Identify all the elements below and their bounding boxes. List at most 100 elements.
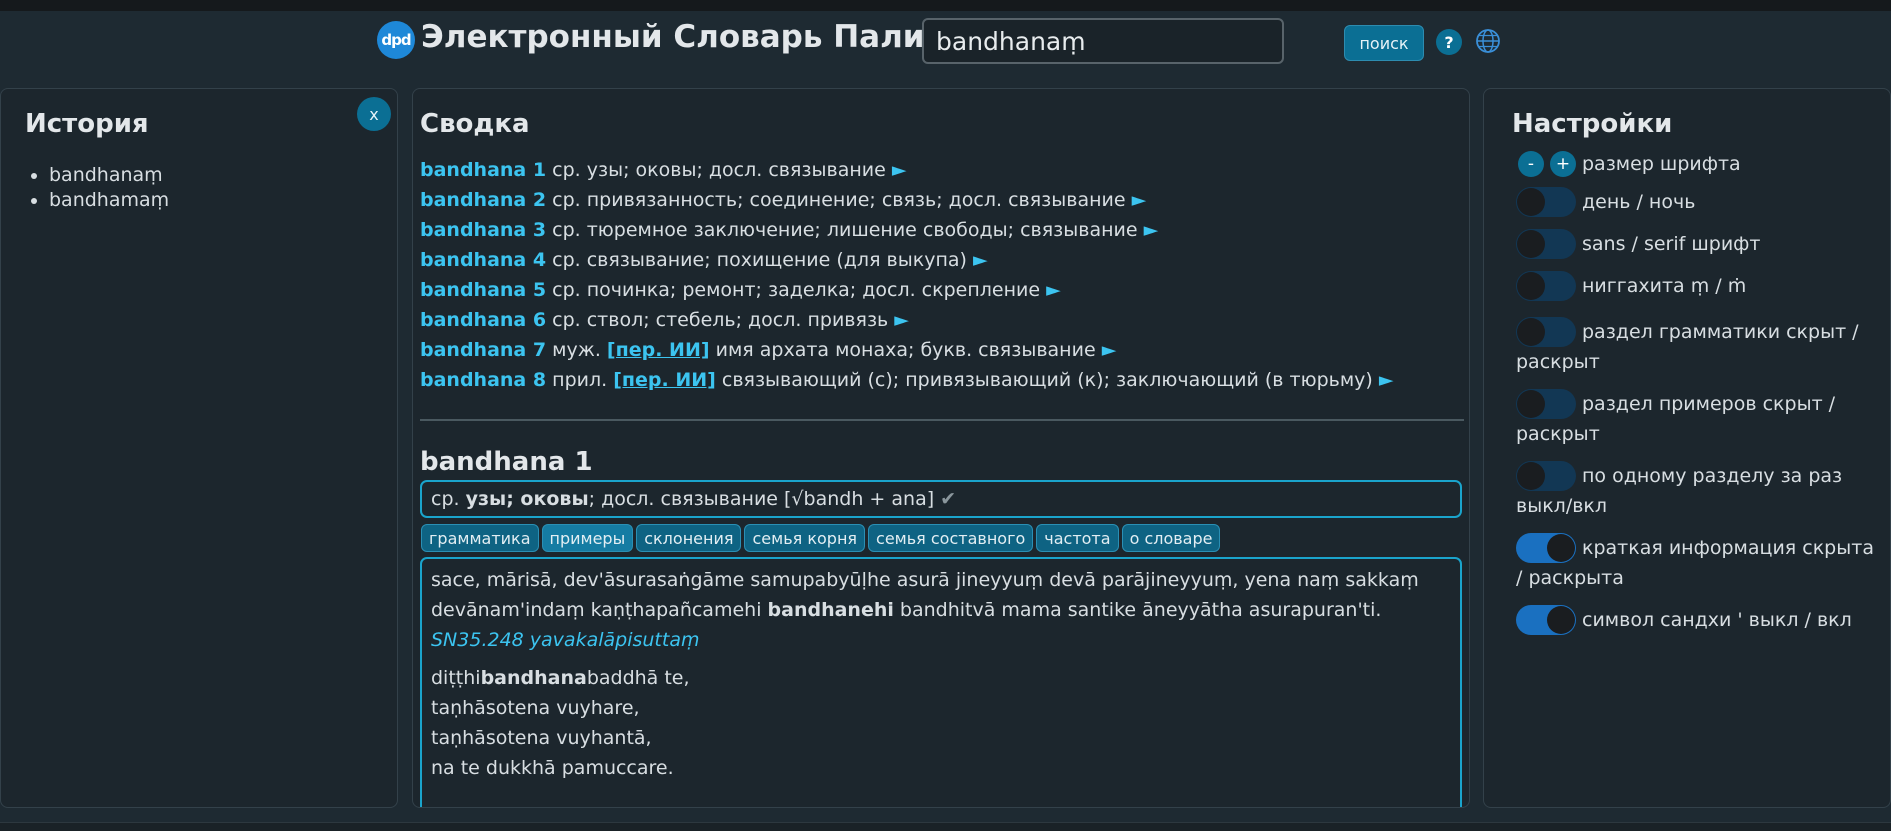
summary-row[interactable]: bandhana 3 ср. тюремное заключение; лише… xyxy=(420,215,1463,245)
summary-arrow-icon[interactable]: ► xyxy=(892,159,907,181)
summary-headword[interactable]: bandhana 5 xyxy=(420,279,546,301)
summary-pos: ср. xyxy=(552,189,581,211)
setting-summary: краткая информация скрыта / раскрыта xyxy=(1516,533,1876,593)
setting-label: символ сандхи ' выкл / вкл xyxy=(1582,609,1852,631)
example-text: sace, mārisā, dev'āsurasaṅgāme samupabyū… xyxy=(431,565,1451,625)
globe-icon[interactable] xyxy=(1474,27,1502,55)
summary-title: Сводка xyxy=(420,109,530,139)
summary-headword[interactable]: bandhana 3 xyxy=(420,219,546,241)
history-title: История xyxy=(25,109,149,139)
app-title: Электронный Словарь Пали xyxy=(421,19,925,55)
setting-examples-section: раздел примеров скрыт / раскрыт xyxy=(1516,389,1876,449)
toggle-summary[interactable] xyxy=(1516,533,1576,563)
summary-row[interactable]: bandhana 6 ср. ствол; стебель; досл. при… xyxy=(420,305,1463,335)
summary-row[interactable]: bandhana 8 прил. [пер. ИИ] связывающий (… xyxy=(420,365,1463,395)
summary-headword[interactable]: bandhana 7 xyxy=(420,339,546,361)
summary-arrow-icon[interactable]: ► xyxy=(1132,189,1147,211)
summary-row[interactable]: bandhana 2 ср. привязанность; соединение… xyxy=(420,185,1463,215)
setting-one-section: по одному разделу за раз выкл/вкл xyxy=(1516,461,1876,521)
toggle-grammar-section[interactable] xyxy=(1516,317,1576,347)
summary-headword[interactable]: bandhana 4 xyxy=(420,249,546,271)
ai-translation-link[interactable]: [пер. ИИ] xyxy=(613,369,716,391)
example-source: SN35.248 yavakalāpisuttaṃ xyxy=(431,629,700,651)
summary-pos: ср. xyxy=(552,279,581,301)
ai-translation-link[interactable]: [пер. ИИ] xyxy=(607,339,710,361)
summary-row[interactable]: bandhana 7 муж. [пер. ИИ] имя архата мон… xyxy=(420,335,1463,365)
summary-meaning: починка; ремонт; заделка; досл. скреплен… xyxy=(586,279,1041,301)
verse-line: taṇhāsotena vuyhantā, xyxy=(431,727,652,749)
dpd-logo[interactable]: dpd xyxy=(377,21,415,59)
setting-grammar-section: раздел грамматики скрыт / раскрыт xyxy=(1516,317,1876,377)
summary-list: bandhana 1 ср. узы; оковы; досл. связыва… xyxy=(420,155,1463,395)
summary-headword[interactable]: bandhana 1 xyxy=(420,159,546,181)
history-item[interactable]: bandhanaṃ xyxy=(49,163,169,188)
tab-root-family[interactable]: семья корня xyxy=(744,524,866,552)
verse-part: diṭṭhi xyxy=(431,667,481,689)
entry-meaning-rest: ; досл. связывание [√bandh + ana] xyxy=(588,488,935,510)
summary-pos: ср. xyxy=(552,219,581,241)
summary-pos: прил. xyxy=(552,369,608,391)
close-history-button[interactable]: x xyxy=(357,97,391,131)
summary-headword[interactable]: bandhana 2 xyxy=(420,189,546,211)
tab-examples[interactable]: примеры xyxy=(541,524,634,552)
summary-row[interactable]: bandhana 5 ср. починка; ремонт; заделка;… xyxy=(420,275,1463,305)
toggle-niggahita[interactable] xyxy=(1516,271,1576,301)
tab-compound-family[interactable]: семья составного xyxy=(868,524,1034,552)
toggle-font-style[interactable] xyxy=(1516,229,1576,259)
summary-meaning: узы; оковы; досл. связывание xyxy=(586,159,886,181)
toggle-examples-section[interactable] xyxy=(1516,389,1576,419)
summary-pos: ср. xyxy=(552,159,581,181)
summary-arrow-icon[interactable]: ► xyxy=(1144,219,1159,241)
tab-grammar[interactable]: грамматика xyxy=(421,524,539,552)
summary-row[interactable]: bandhana 1 ср. узы; оковы; досл. связыва… xyxy=(420,155,1463,185)
verse-part: baddhā te, xyxy=(586,667,690,689)
check-icon: ✔ xyxy=(940,488,957,510)
entry-tabs: грамматика примеры склонения семья корня… xyxy=(421,524,1221,552)
example-highlight: bandhanehi xyxy=(767,599,894,621)
summary-meaning: связывание; похищение (для выкупа) xyxy=(586,249,967,271)
setting-label: sans / serif шрифт xyxy=(1582,233,1761,255)
settings-panel: Настройки - + размер шрифта день / ночь … xyxy=(1483,88,1891,808)
setting-niggahita: ниггахита ṃ / ṁ xyxy=(1516,271,1876,301)
help-button[interactable]: ? xyxy=(1436,29,1462,55)
search-button[interactable]: поиск xyxy=(1344,25,1424,61)
summary-meaning: имя архата монаха; букв. связывание xyxy=(715,339,1096,361)
summary-headword[interactable]: bandhana 8 xyxy=(420,369,546,391)
example-text-part: bandhitvā mama santike āneyyātha asurapu… xyxy=(893,599,1382,621)
font-decrease-button[interactable]: - xyxy=(1518,151,1544,177)
setting-label: день / ночь xyxy=(1582,191,1696,213)
summary-row[interactable]: bandhana 4 ср. связывание; похищение (дл… xyxy=(420,245,1463,275)
font-size-label: размер шрифта xyxy=(1582,153,1741,175)
history-list: bandhanaṃ bandhamaṃ xyxy=(25,163,169,213)
summary-arrow-icon[interactable]: ► xyxy=(894,309,909,331)
verse-highlight: bandhana xyxy=(480,667,587,689)
toggle-one-section[interactable] xyxy=(1516,461,1576,491)
search-input[interactable] xyxy=(922,18,1284,64)
summary-arrow-icon[interactable]: ► xyxy=(1102,339,1117,361)
summary-arrow-icon[interactable]: ► xyxy=(1379,369,1394,391)
summary-meaning: тюремное заключение; лишение свободы; св… xyxy=(586,219,1138,241)
header: dpd Электронный Словарь Пали поиск ? xyxy=(0,11,1891,81)
verse-line: taṇhāsotena vuyhare, xyxy=(431,697,640,719)
summary-arrow-icon[interactable]: ► xyxy=(1046,279,1061,301)
summary-headword[interactable]: bandhana 6 xyxy=(420,309,546,331)
summary-pos: ср. xyxy=(552,309,581,331)
history-item[interactable]: bandhamaṃ xyxy=(49,188,169,213)
tab-declension[interactable]: склонения xyxy=(636,524,742,552)
entry-pos: ср. xyxy=(431,488,460,510)
tab-about[interactable]: о словаре xyxy=(1121,524,1221,552)
setting-sandhi: символ сандхи ' выкл / вкл xyxy=(1516,605,1876,635)
example-verse: diṭṭhibandhanabaddhā te, xyxy=(431,663,1451,693)
tab-frequency[interactable]: частота xyxy=(1036,524,1119,552)
toggle-day-night[interactable] xyxy=(1516,187,1576,217)
divider xyxy=(420,419,1464,421)
summary-meaning: привязанность; соединение; связь; досл. … xyxy=(586,189,1126,211)
setting-label: ниггахита ṃ / ṁ xyxy=(1582,275,1747,297)
summary-arrow-icon[interactable]: ► xyxy=(973,249,988,271)
examples-box: sace, mārisā, dev'āsurasaṅgāme samupabyū… xyxy=(420,557,1462,807)
entry-meaning-bold: узы; оковы xyxy=(465,488,589,510)
font-increase-button[interactable]: + xyxy=(1550,151,1576,177)
toggle-sandhi[interactable] xyxy=(1516,605,1576,635)
setting-day-night: день / ночь xyxy=(1516,187,1876,217)
summary-meaning: ствол; стебель; досл. привязь xyxy=(586,309,889,331)
